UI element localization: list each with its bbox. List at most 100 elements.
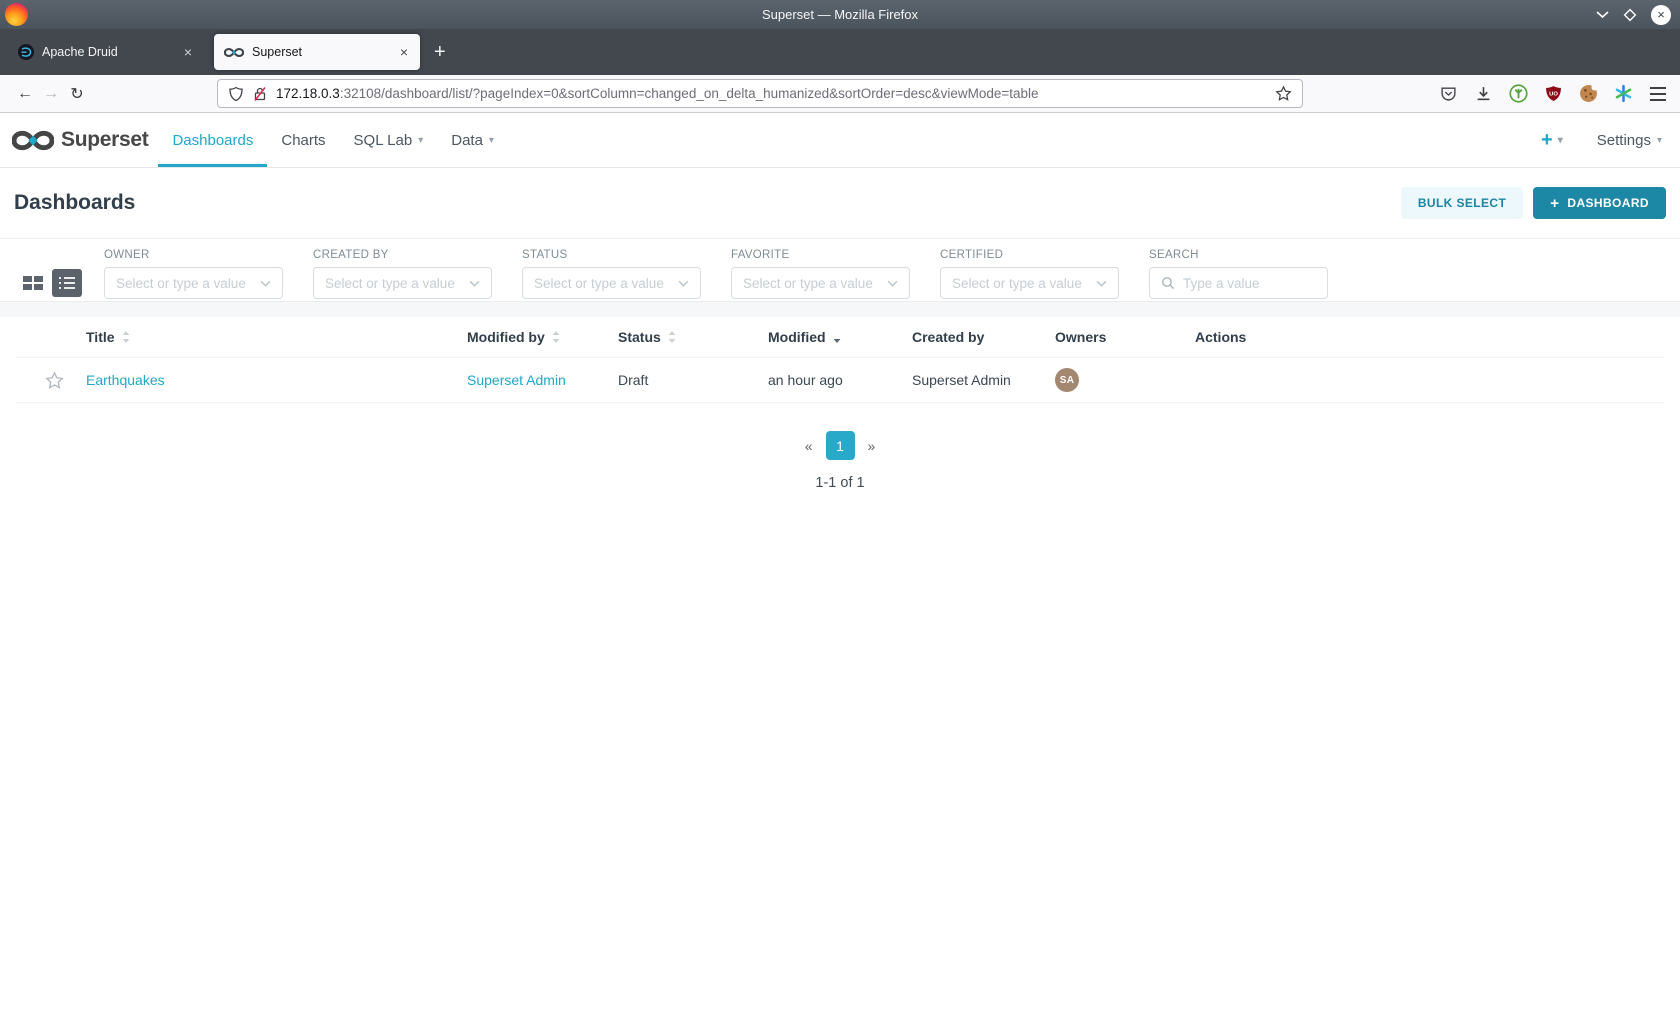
owner-filter: OWNER Select or type a value	[104, 249, 283, 299]
druid-icon	[18, 44, 34, 60]
favorite-filter: FAVORITE Select or type a value	[731, 249, 910, 299]
filter-label: OWNER	[104, 249, 150, 261]
shield-icon[interactable]	[228, 86, 244, 102]
nav-item-data[interactable]: Data ▾	[437, 113, 508, 167]
url-input[interactable]: 172.18.0.3:32108/dashboard/list/?pageInd…	[217, 79, 1303, 108]
section-divider	[0, 301, 1680, 317]
pagination-prev-button[interactable]: «	[805, 438, 813, 454]
forward-button[interactable]: →	[38, 85, 64, 103]
grid-icon	[23, 276, 43, 290]
tab-bar: Apache Druid × Superset × +	[0, 29, 1680, 75]
plus-icon: +	[1541, 128, 1553, 151]
created-by-cell: Superset Admin	[912, 372, 1011, 388]
sort-icon	[668, 331, 676, 343]
close-button[interactable]: ×	[1651, 4, 1671, 25]
settings-menu-button[interactable]: Settings ▾	[1597, 132, 1662, 149]
window-title: Superset — Mozilla Firefox	[761, 7, 919, 22]
bookmark-star-icon[interactable]	[1275, 85, 1292, 102]
search-icon	[1162, 277, 1175, 290]
dashboards-table: Title Modified by Status Modified Create…	[0, 317, 1680, 491]
app-navbar: Superset Dashboards Charts SQL Lab ▾ Dat…	[0, 113, 1680, 168]
downloads-icon[interactable]	[1473, 84, 1493, 104]
filter-label: FAVORITE	[731, 249, 790, 261]
filter-label: CREATED BY	[313, 249, 389, 261]
favorite-star-icon[interactable]	[45, 370, 86, 390]
new-dashboard-button[interactable]: + DASHBOARD	[1533, 187, 1666, 219]
column-header-modified[interactable]: Modified	[768, 329, 912, 345]
owner-avatar[interactable]: SA	[1055, 368, 1079, 392]
maximize-button[interactable]	[1623, 8, 1637, 22]
sort-desc-icon	[833, 339, 840, 343]
column-header-status[interactable]: Status	[618, 329, 768, 345]
ublock-icon[interactable]: UO	[1543, 84, 1563, 104]
pagination-page-1[interactable]: 1	[825, 431, 855, 460]
list-icon	[59, 277, 75, 289]
nav-item-charts[interactable]: Charts	[267, 113, 339, 167]
plus-icon: +	[1550, 194, 1560, 212]
menu-button[interactable]	[1648, 84, 1668, 104]
created-by-filter-select[interactable]: Select or type a value	[313, 267, 492, 299]
status-filter-select[interactable]: Select or type a value	[522, 267, 701, 299]
filter-label: CERTIFIED	[940, 249, 1004, 261]
tab-apache-druid[interactable]: Apache Druid ×	[8, 34, 204, 70]
certified-filter-select[interactable]: Select or type a value	[940, 267, 1119, 299]
card-view-button[interactable]	[23, 274, 43, 292]
svg-text:UO: UO	[1549, 91, 1558, 97]
new-item-menu-button[interactable]: + ▾	[1541, 129, 1563, 152]
tab-label: Apache Druid	[42, 45, 118, 59]
back-button[interactable]: ←	[12, 85, 38, 103]
cookie-icon[interactable]	[1578, 84, 1598, 104]
list-view-button[interactable]	[52, 269, 82, 297]
search-field	[1149, 267, 1328, 299]
search-filter: SEARCH	[1149, 249, 1328, 299]
tab-close-icon[interactable]: ×	[182, 44, 194, 60]
nav-item-dashboards[interactable]: Dashboards	[158, 113, 267, 167]
firefox-logo-icon	[5, 3, 28, 26]
created-by-filter: CREATED BY Select or type a value	[313, 249, 492, 299]
superset-logo-icon	[12, 129, 54, 152]
minimize-button[interactable]	[1596, 10, 1609, 19]
extension-green-icon[interactable]	[1508, 84, 1528, 104]
nav-item-sql-lab[interactable]: SQL Lab ▾	[340, 113, 438, 167]
tab-close-icon[interactable]: ×	[398, 44, 410, 60]
superset-favicon-icon	[224, 47, 244, 58]
status-filter: STATUS Select or type a value	[522, 249, 701, 299]
bulk-select-button[interactable]: BULK SELECT	[1400, 187, 1524, 219]
column-header-title[interactable]: Title	[86, 329, 467, 345]
owner-filter-select[interactable]: Select or type a value	[104, 267, 283, 299]
url-host: 172.18.0.3	[276, 86, 340, 101]
extension-asterisk-icon[interactable]	[1613, 84, 1633, 104]
modified-cell: an hour ago	[768, 372, 843, 388]
pagination-summary: 1-1 of 1	[815, 475, 865, 491]
column-header-actions: Actions	[1195, 329, 1247, 345]
table-row: Earthquakes Superset Admin Draft an hour…	[16, 357, 1664, 403]
main-nav: Dashboards Charts SQL Lab ▾ Data ▾	[158, 113, 507, 167]
dashboard-title-link[interactable]: Earthquakes	[86, 372, 165, 388]
superset-brand[interactable]: Superset	[0, 113, 149, 167]
reload-button[interactable]: ↻	[64, 84, 90, 104]
table-header-row: Title Modified by Status Modified Create…	[16, 317, 1664, 357]
browser-toolbar: ← → ↻ 172.18.0.3:32108/dashboard/list/?p…	[0, 75, 1680, 113]
chevron-down-icon	[887, 280, 898, 287]
chevron-down-icon	[1096, 280, 1107, 287]
tab-label: Superset	[252, 45, 303, 59]
favorite-filter-select[interactable]: Select or type a value	[731, 267, 910, 299]
status-cell: Draft	[618, 372, 649, 388]
sort-icon	[122, 331, 129, 343]
pagination-next-button[interactable]: »	[868, 438, 876, 454]
search-input[interactable]	[1181, 274, 1316, 292]
chevron-down-icon	[678, 280, 689, 287]
modified-by-link[interactable]: Superset Admin	[467, 372, 566, 388]
chevron-down-icon: ▾	[1656, 134, 1662, 146]
tab-superset[interactable]: Superset ×	[214, 34, 420, 70]
chevron-down-icon: ▾	[1557, 134, 1563, 146]
sort-icon	[552, 331, 560, 343]
certified-filter: CERTIFIED Select or type a value	[940, 249, 1119, 299]
column-header-modified-by[interactable]: Modified by	[467, 329, 618, 345]
insecure-lock-icon[interactable]	[252, 86, 268, 102]
filter-bar: OWNER Select or type a value CREATED BY …	[0, 239, 1680, 301]
chevron-down-icon: ▾	[488, 134, 494, 146]
new-tab-button[interactable]: +	[434, 42, 446, 62]
brand-text: Superset	[61, 128, 149, 151]
pocket-icon[interactable]	[1438, 84, 1458, 104]
